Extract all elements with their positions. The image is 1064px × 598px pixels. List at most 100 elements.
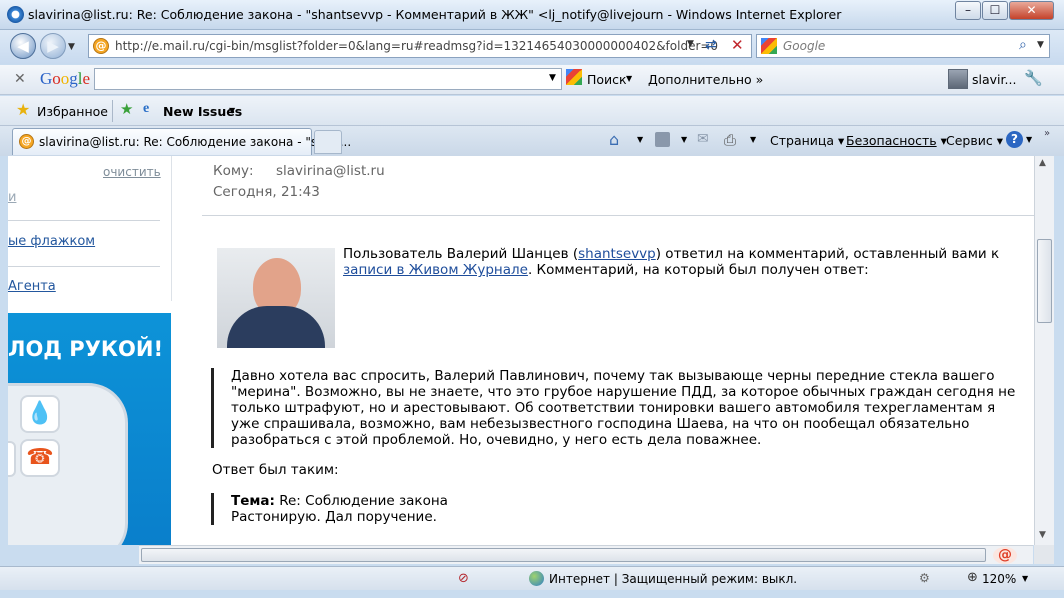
mail-icon[interactable]: ✉ [697, 131, 709, 147]
safety-menu-label: Безопасность [846, 133, 937, 148]
privacy-icon[interactable]: ⊘ [458, 571, 469, 586]
folder-link-partial[interactable]: и [8, 190, 16, 205]
scroll-corner [1034, 545, 1054, 564]
message-intro: Пользователь Валерий Шанцев (shantsevvp)… [343, 246, 1023, 278]
title-bar: slavirina@list.ru: Re: Соблюдение закона… [0, 0, 1064, 30]
help-dropdown-icon[interactable]: ▼ [1026, 135, 1032, 144]
header-separator [202, 215, 1034, 216]
close-toolbar-icon[interactable]: ✕ [14, 71, 26, 87]
separator [112, 100, 113, 122]
search-icon[interactable]: ⌕ [1019, 37, 1027, 53]
page-menu[interactable]: Страница ▾ [770, 133, 844, 148]
stop-icon[interactable]: ✕ [731, 36, 744, 54]
print-icon[interactable]: ⎙ [724, 131, 736, 149]
print-dropdown-icon[interactable]: ▼ [750, 135, 756, 144]
scroll-thumb[interactable] [1037, 239, 1052, 323]
tools-menu[interactable]: Сервис ▾ [946, 133, 1003, 148]
more-button[interactable]: Дополнительно » [648, 72, 763, 87]
new-issues-dropdown-icon[interactable]: ▼ [229, 106, 235, 115]
page-content: очистить и ые флажком Агента ЛОД РУКОЙ! … [8, 156, 1034, 545]
rss-dropdown-icon[interactable]: ▼ [681, 135, 687, 144]
reply-subject: Re: Соблюдение закона [279, 493, 448, 509]
intro-text-1: Пользователь Валерий Шанцев ( [343, 246, 579, 262]
banner-text: ЛОД РУКОЙ! [8, 337, 164, 361]
close-button[interactable]: ✕ [1009, 1, 1054, 20]
wrench-icon[interactable]: 🔧 [1024, 69, 1043, 87]
search-dropdown-icon[interactable]: ▼ [626, 74, 632, 83]
tap-icon: 💧 [20, 395, 60, 433]
user-photo [217, 248, 335, 348]
ie-icon [7, 6, 24, 23]
tools-menu-label: Сервис [946, 133, 993, 148]
scroll-down-icon[interactable]: ▼ [1039, 530, 1046, 540]
user-name[interactable]: slavir... [972, 72, 1016, 87]
help-icon[interactable]: ? [1006, 131, 1023, 148]
ie-page-icon: e [143, 101, 150, 116]
address-bar[interactable]: @ http://e.mail.ru/cgi-bin/msglist?folde… [88, 34, 752, 58]
page-menu-label: Страница [770, 133, 835, 148]
address-input[interactable]: http://e.mail.ru/cgi-bin/msglist?folder=… [115, 39, 718, 53]
hscroll-thumb[interactable] [141, 548, 986, 562]
avatar[interactable] [948, 69, 968, 89]
zoom-level[interactable]: 120% [982, 572, 1016, 586]
to-value: slavirina@list.ru [276, 163, 385, 179]
agent-link[interactable]: Агента [8, 279, 56, 294]
mail-agent-icon[interactable]: @ [993, 547, 1017, 564]
maximize-button[interactable]: ☐ [982, 1, 1008, 20]
safety-menu[interactable]: Безопасность ▾ [846, 133, 947, 148]
mail-ru-favicon: @ [93, 38, 109, 54]
home-dropdown-icon[interactable]: ▼ [637, 135, 643, 144]
new-tab-button[interactable] [314, 130, 342, 154]
tab-active[interactable]: @ slavirina@list.ru: Re: Соблюдение зако… [12, 128, 351, 155]
house-icon: ⌂ [8, 441, 16, 477]
back-button[interactable]: ◀ [10, 33, 36, 59]
history-dropdown-icon[interactable]: ▼ [68, 42, 75, 52]
star-icon: ★ [16, 100, 31, 119]
quoted-comment-text: Давно хотела вас спросить, Валерий Павли… [231, 368, 1016, 448]
protection-icon[interactable]: ⚙ [919, 571, 930, 585]
scroll-up-icon[interactable]: ▲ [1039, 158, 1046, 168]
google-search-button[interactable]: Поиск [587, 72, 627, 87]
reply-subject-label: Тема: [231, 493, 275, 509]
rss-icon[interactable] [655, 132, 670, 147]
zoom-icon[interactable]: ⊕ [967, 570, 978, 585]
favorites-bar: ★ Избранное ★ e New Issues ▼ [0, 96, 1064, 126]
google-search-input[interactable]: ▼ [94, 68, 562, 90]
google-search-icon [566, 69, 582, 85]
ad-banner[interactable]: ЛОД РУКОЙ! 💧 ☎ ⌂ [8, 313, 171, 545]
zoom-dropdown-icon[interactable]: ▼ [1022, 574, 1028, 583]
vertical-scrollbar[interactable]: ▲ ▼ [1034, 156, 1054, 545]
address-dropdown-icon[interactable]: ▼ [687, 39, 694, 49]
user-link[interactable]: shantsevvp [578, 246, 656, 262]
mail-ru-favicon: @ [19, 134, 34, 149]
intro-text-3: . Комментарий, на который был получен от… [527, 262, 869, 278]
chevron-more-icon[interactable]: » [1044, 128, 1050, 139]
status-bar: ⊘ Интернет | Защищенный режим: выкл. ⚙ ⊕… [0, 566, 1064, 590]
reply-block: Тема: Re: Соблюдение закона Растонирую. … [211, 493, 611, 525]
google-logo: Google [40, 69, 91, 88]
favorites-button[interactable]: Избранное [37, 104, 108, 119]
refresh-icon[interactable]: ⇄ [705, 37, 717, 53]
globe-icon [529, 571, 544, 586]
search-dropdown-icon[interactable]: ▼ [1037, 40, 1044, 50]
flagged-link[interactable]: ые флажком [8, 234, 95, 249]
google-search-dropdown-icon[interactable]: ▼ [549, 73, 556, 83]
security-zone[interactable]: Интернет | Защищенный режим: выкл. [549, 572, 797, 586]
entry-link[interactable]: записи в Живом Журнале [343, 262, 528, 278]
search-box[interactable]: Google ⌕ ▼ [756, 34, 1050, 58]
add-favorite-icon[interactable]: ★ [120, 100, 133, 118]
phone-icon: ☎ [20, 439, 60, 477]
answer-intro: Ответ был таким: [212, 462, 339, 478]
minimize-button[interactable]: – [955, 1, 981, 20]
horizontal-scrollbar[interactable]: @ [139, 545, 1033, 564]
message-date: Сегодня, 21:43 [213, 184, 320, 200]
intro-text-2: ) ответил на комментарий, оставленный ва… [655, 246, 1000, 262]
search-input[interactable]: Google [783, 39, 825, 53]
clear-link[interactable]: очистить [103, 165, 161, 179]
forward-button[interactable]: ▶ [40, 33, 66, 59]
quoted-comment: Давно хотела вас спросить, Валерий Павли… [211, 368, 1016, 448]
photo-body [227, 306, 325, 348]
home-icon[interactable]: ⌂ [609, 130, 619, 149]
tab-label: slavirina@list.ru: Re: Соблюдение закона… [39, 135, 352, 149]
reply-body: Растонирую. Дал поручение. [231, 509, 437, 525]
